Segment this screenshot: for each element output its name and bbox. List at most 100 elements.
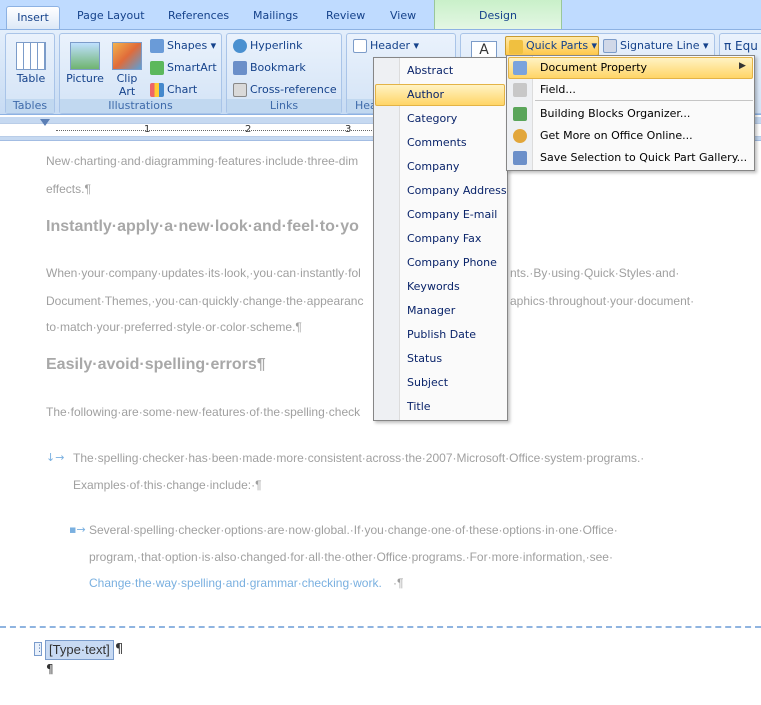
shapes-button[interactable]: Shapes ▾: [150, 38, 216, 54]
menu-item-get-more-online[interactable]: Get More on Office Online...: [540, 129, 693, 142]
shapes-icon: [150, 39, 164, 53]
cross-reference-icon: [233, 83, 247, 97]
signature-line-icon: [603, 39, 617, 53]
header-button[interactable]: Header ▾: [353, 38, 419, 54]
menu-item-keywords[interactable]: Keywords: [407, 280, 460, 293]
picture-label: Picture: [66, 72, 104, 85]
type-text-placeholder[interactable]: [Type·text]: [45, 640, 114, 660]
doc-bullet-2c-end: ·¶: [393, 576, 404, 590]
smartart-icon: [150, 61, 164, 75]
doc-link-spelling[interactable]: Change·the·way·spelling·and·grammar·chec…: [89, 576, 382, 590]
doc-paragraph-2b: Document·Themes,·you·can·quickly·change·…: [46, 294, 364, 308]
doc-heading-1: Instantly·apply·a·new·look·and·feel·to·y…: [46, 218, 359, 235]
menu-item-company-fax[interactable]: Company Fax: [407, 232, 481, 245]
doc-paragraph-1b: effects.¶: [46, 182, 91, 196]
chart-icon: [150, 83, 164, 97]
doc-paragraph-2a-end: nts.·By·using·Quick·Styles·and·: [510, 266, 680, 280]
doc-heading-2: Easily·avoid·spelling·errors¶: [46, 356, 266, 373]
clip-art-label: Clip Art: [116, 72, 138, 98]
header-label: Header: [370, 39, 411, 52]
document-property-icon: [513, 61, 527, 75]
tab-insert[interactable]: Insert: [6, 6, 60, 30]
picture-button[interactable]: Picture: [64, 42, 106, 85]
menu-item-status[interactable]: Status: [407, 352, 442, 365]
menu-separator: [535, 100, 753, 101]
cross-reference-button[interactable]: Cross-reference: [233, 82, 337, 98]
tab-review[interactable]: Review: [326, 9, 365, 22]
footer-separator: [0, 626, 761, 628]
doc-paragraph-1: New·charting·and·diagramming·features·in…: [46, 154, 359, 168]
doc-bullet-2a: Several·spelling·checker·options·are·now…: [89, 523, 618, 537]
tables-group-label: Tables: [6, 99, 54, 113]
doc-paragraph-2b-end: aphics·throughout·your·document·: [510, 294, 695, 308]
menu-item-category[interactable]: Category: [407, 112, 457, 125]
doc-bullet-2b: program,·that·option·is·also·changed·for…: [89, 550, 613, 564]
smartart-label: SmartArt: [167, 61, 217, 74]
save-selection-icon: [513, 151, 527, 165]
field-icon: [513, 83, 527, 97]
doc-paragraph-2a: When·your·company·updates·its·look,·you·…: [46, 266, 361, 280]
links-group-label: Links: [227, 99, 341, 113]
ruler-ticks: [56, 130, 374, 131]
pilcrow-1: ¶: [115, 642, 124, 657]
menu-item-document-property[interactable]: Document Property: [540, 61, 647, 74]
clip-art-button[interactable]: Clip Art: [110, 42, 144, 98]
equation-button[interactable]: π Equ: [724, 38, 758, 54]
menu-item-comments[interactable]: Comments: [407, 136, 467, 149]
bullet-arrow-icon: ↓→: [46, 451, 65, 464]
doc-bullet-1b: Examples·of·this·change·include:·¶: [73, 478, 262, 492]
tab-references[interactable]: References: [168, 9, 229, 22]
signature-line-button[interactable]: Signature Line ▾: [603, 38, 709, 54]
menu-item-publish-date[interactable]: Publish Date: [407, 328, 476, 341]
tables-group: Table Tables: [5, 33, 55, 114]
menu-item-company-email[interactable]: Company E-mail: [407, 208, 497, 221]
quick-parts-button[interactable]: Quick Parts ▾: [505, 36, 599, 56]
table-button[interactable]: Table: [14, 42, 48, 85]
table-icon: [16, 42, 46, 70]
tab-view[interactable]: View: [390, 9, 416, 22]
menu-item-company-address[interactable]: Company Address: [407, 184, 507, 197]
content-control-handle-icon[interactable]: ⋮: [34, 642, 44, 656]
menu-item-author[interactable]: Author: [407, 88, 444, 101]
bookmark-button[interactable]: Bookmark: [233, 60, 306, 76]
hyperlink-label: Hyperlink: [250, 39, 303, 52]
menu-gutter: [374, 58, 400, 420]
hyperlink-icon: [233, 39, 247, 53]
illustrations-group: Picture Clip Art Shapes ▾ SmartArt Chart…: [59, 33, 222, 114]
smartart-button[interactable]: SmartArt: [150, 60, 217, 76]
tab-design[interactable]: Design: [479, 9, 517, 22]
menu-item-save-selection[interactable]: Save Selection to Quick Part Gallery...: [540, 151, 747, 164]
menu-item-title[interactable]: Title: [407, 400, 431, 413]
clip-art-icon: [112, 42, 142, 70]
quick-parts-icon: [509, 40, 523, 54]
submenu-arrow-icon: ▶: [739, 61, 746, 71]
table-label: Table: [16, 72, 46, 85]
chart-label: Chart: [167, 83, 198, 96]
tab-page-layout[interactable]: Page Layout: [77, 9, 145, 22]
cross-reference-label: Cross-reference: [250, 83, 337, 96]
menu-item-field[interactable]: Field...: [540, 83, 576, 96]
doc-paragraph-2c: to·match·your·preferred·style·or·color·s…: [46, 320, 302, 334]
chart-button[interactable]: Chart: [150, 82, 197, 98]
menu-item-building-blocks-organizer[interactable]: Building Blocks Organizer...: [540, 107, 690, 120]
bookmark-icon: [233, 61, 247, 75]
office-online-icon: [513, 129, 527, 143]
menu-item-manager[interactable]: Manager: [407, 304, 455, 317]
menu-item-company[interactable]: Company: [407, 160, 459, 173]
sub-bullet-icon: ▪→: [69, 523, 86, 536]
shapes-label: Shapes: [167, 39, 208, 52]
picture-icon: [70, 42, 100, 70]
bookmark-label: Bookmark: [250, 61, 306, 74]
menu-item-company-phone[interactable]: Company Phone: [407, 256, 497, 269]
indent-marker-icon[interactable]: [40, 119, 50, 139]
hyperlink-button[interactable]: Hyperlink: [233, 38, 303, 54]
menu-item-abstract[interactable]: Abstract: [407, 64, 453, 77]
pilcrow-2: ¶: [46, 662, 54, 676]
doc-paragraph-3: The·following·are·some·new·features·of·t…: [46, 405, 361, 419]
menu-item-subject[interactable]: Subject: [407, 376, 448, 389]
tab-mailings[interactable]: Mailings: [253, 9, 298, 22]
signature-line-label: Signature Line: [620, 39, 700, 52]
doc-bullet-1a: The·spelling·checker·has·been·made·more·…: [73, 451, 645, 465]
illustrations-group-label: Illustrations: [60, 99, 221, 113]
building-blocks-icon: [513, 107, 527, 121]
